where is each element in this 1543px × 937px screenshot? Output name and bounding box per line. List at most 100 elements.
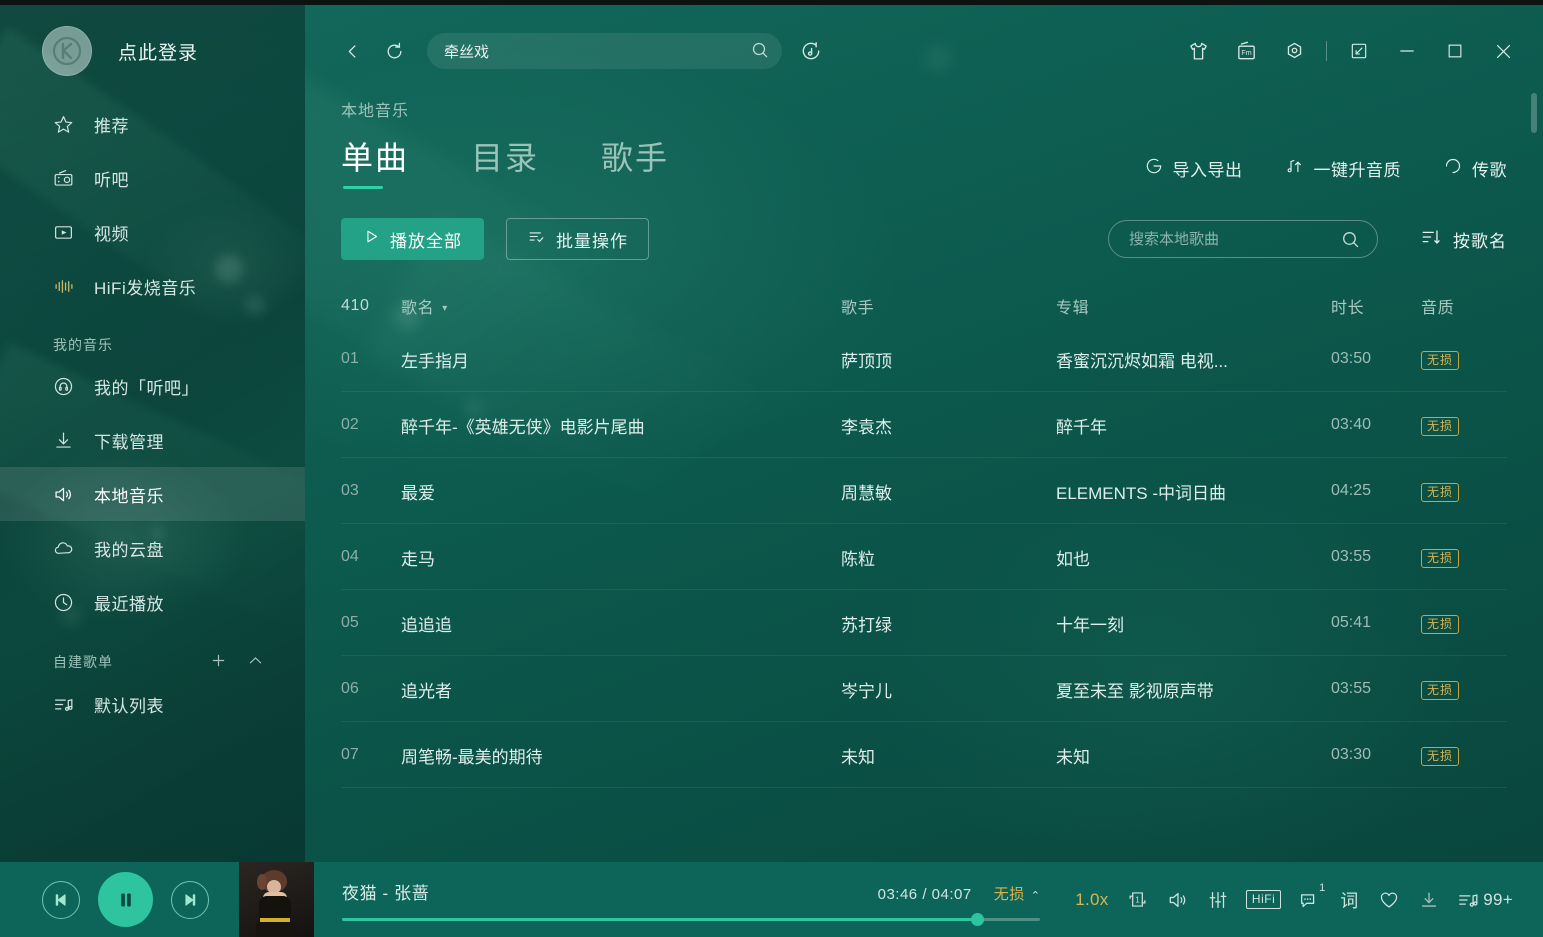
search-icon[interactable] (1340, 229, 1361, 255)
next-track-button[interactable] (171, 880, 209, 919)
local-search-input[interactable] (1109, 230, 1377, 248)
lyrics-button[interactable]: 词 (1329, 877, 1369, 923)
close-icon[interactable] (1479, 27, 1527, 75)
back-button[interactable] (335, 34, 369, 68)
playlist-queue-button[interactable]: 99+ (1449, 877, 1521, 923)
play-pause-button[interactable] (98, 872, 153, 927)
svg-text:1: 1 (1136, 895, 1140, 904)
column-header-name[interactable]: 歌名 ▾ (401, 294, 841, 318)
row-duration: 03:40 (1331, 416, 1372, 433)
album-art[interactable] (239, 862, 314, 937)
sidebar-item-label: 我的云盘 (94, 540, 164, 560)
sidebar-item-listen[interactable]: 听吧 (0, 151, 305, 205)
track-title[interactable]: 夜猫 - 张蔷 (342, 879, 429, 904)
mini-mode-icon[interactable] (1335, 27, 1383, 75)
sort-button[interactable]: 按歌名 (1420, 226, 1507, 253)
upgrade-quality-button[interactable]: 一键升音质 (1285, 156, 1402, 181)
previous-track-button[interactable] (42, 880, 80, 919)
table-row[interactable]: 03 最爱 周慧敏 ELEMENTS -中词日曲 04:25 无损 (341, 458, 1507, 524)
playlist-music-icon (53, 693, 78, 715)
tab-songs[interactable]: 单曲 (341, 133, 409, 191)
sidebar-item-default-playlist[interactable]: 默认列表 (0, 677, 305, 731)
volume-button[interactable] (1158, 877, 1198, 923)
settings-gear-icon[interactable] (1270, 27, 1318, 75)
sidebar-item-my-listen[interactable]: 我的「听吧」 (0, 359, 305, 413)
row-duration: 03:55 (1331, 548, 1372, 565)
avatar[interactable] (42, 26, 92, 76)
row-song-name: 追追追 (401, 615, 452, 635)
sidebar-item-downloads[interactable]: 下载管理 (0, 413, 305, 467)
transfer-song-button[interactable]: 传歌 (1443, 156, 1507, 181)
search-input[interactable] (427, 42, 782, 60)
maximize-icon[interactable] (1431, 27, 1479, 75)
equalizer-icon (1209, 891, 1227, 908)
window-body: 点此登录 推荐 听吧 视频 HiFi发烧音乐 我的音乐 我的「听吧」 下载管理 … (0, 5, 1543, 937)
sidebar-item-label: 听吧 (94, 170, 129, 190)
progress-bar[interactable] (342, 912, 1040, 926)
sidebar-item-label: 视频 (94, 224, 129, 244)
sidebar-item-hifi[interactable]: HiFi发烧音乐 (0, 259, 305, 313)
breadcrumb: 本地音乐 (341, 103, 410, 120)
skin-tshirt-icon[interactable] (1174, 27, 1222, 75)
action-label: 传歌 (1472, 161, 1507, 180)
fm-radio-icon[interactable]: Fm (1222, 27, 1270, 75)
hifi-button[interactable]: HiFi (1238, 877, 1289, 923)
batch-operation-button[interactable]: 批量操作 (506, 218, 649, 260)
login-button[interactable]: 点此登录 (0, 5, 305, 97)
tab-artists[interactable]: 歌手 (601, 133, 669, 191)
playback-controls (0, 872, 209, 927)
chevron-up-icon[interactable] (246, 651, 265, 673)
download-icon (53, 429, 78, 451)
table-row[interactable]: 02 醉千年-《英雄无侠》电影片尾曲 李袁杰 醉千年 03:40 无损 (341, 392, 1507, 458)
favorite-button[interactable] (1369, 877, 1409, 923)
status-badge: 无损 (1421, 614, 1460, 634)
discover-button[interactable] (794, 34, 828, 68)
column-header-artist[interactable]: 歌手 (841, 294, 1056, 318)
sidebar-item-recommend[interactable]: 推荐 (0, 97, 305, 151)
playback-speed-button[interactable]: 1.0x (1066, 877, 1118, 923)
play-all-button[interactable]: 播放全部 (341, 218, 484, 260)
row-quality: 无损 (1421, 481, 1501, 502)
row-artist: 岑宁儿 (841, 681, 892, 701)
local-search[interactable] (1108, 220, 1378, 258)
row-quality: 无损 (1421, 547, 1501, 568)
pause-icon (120, 893, 131, 906)
table-row[interactable]: 01 左手指月 萨顶顶 香蜜沉沉烬如霜 电视... 03:50 无损 (341, 326, 1507, 392)
table-row[interactable]: 05 追追追 苏打绿 十年一刻 05:41 无损 (341, 590, 1507, 656)
plus-icon[interactable] (209, 651, 228, 673)
sidebar-item-recent[interactable]: 最近播放 (0, 575, 305, 629)
progress-knob[interactable] (971, 912, 985, 926)
table-header: 410 歌名 ▾ 歌手 专辑 时长 音质 (341, 286, 1507, 326)
repeat-one-button[interactable]: 1 (1118, 877, 1158, 923)
album-art-figure (257, 874, 267, 890)
previous-track-icon (55, 893, 66, 906)
import-export-button[interactable]: 导入导出 (1144, 156, 1243, 181)
action-label: 一键升音质 (1313, 161, 1401, 180)
table-row[interactable]: 07 周笔畅-最美的期待 未知 未知 03:30 无损 (341, 722, 1507, 788)
download-button[interactable] (1409, 877, 1449, 923)
repeat-one-icon: 1 (1129, 892, 1146, 907)
speaker-icon (53, 483, 78, 505)
sort-icon (1420, 226, 1442, 253)
search-icon[interactable] (750, 40, 770, 65)
sidebar-item-local-music[interactable]: 本地音乐 (0, 467, 305, 521)
comment-button[interactable]: 1 (1289, 877, 1329, 923)
table-row[interactable]: 06 追光者 岑宁儿 夏至未至 影视原声带 03:55 无损 (341, 656, 1507, 722)
sidebar-item-cloud-disk[interactable]: 我的云盘 (0, 521, 305, 575)
column-header-album[interactable]: 专辑 (1056, 294, 1331, 318)
tab-folders[interactable]: 目录 (471, 133, 539, 191)
svg-text:Fm: Fm (1241, 48, 1251, 56)
column-header-duration[interactable]: 时长 (1331, 294, 1421, 318)
refresh-button[interactable] (377, 34, 411, 68)
chevron-up-icon[interactable]: ⌃ (1031, 889, 1040, 902)
column-header-quality[interactable]: 音质 (1421, 294, 1501, 318)
minimize-icon[interactable] (1383, 27, 1431, 75)
quality-selector[interactable]: 无损 (994, 883, 1025, 904)
table-row[interactable]: 04 走马 陈粒 如也 03:55 无损 (341, 524, 1507, 590)
equalizer-button[interactable] (1198, 877, 1238, 923)
now-playing: 夜猫 - 张蔷 03:46 / 04:07 无损 ⌃ (314, 879, 1066, 926)
play-triangle-icon (363, 228, 380, 250)
playlist-queue-icon (1459, 893, 1478, 907)
global-search[interactable] (427, 33, 782, 69)
sidebar-item-video[interactable]: 视频 (0, 205, 305, 259)
